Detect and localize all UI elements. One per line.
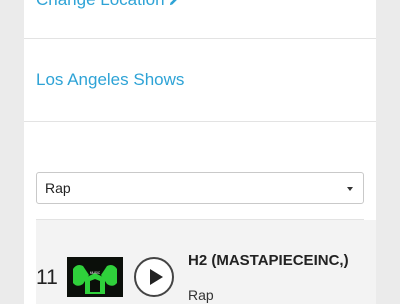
track-title[interactable]: H2 (MASTAPIECEINC,) [188,252,368,270]
track-row[interactable]: 11 MUSIC H2 (MASTAPIECEINC,) Rap [36,220,376,304]
pencil-icon [169,0,177,6]
content-panel: Change Location Los Angeles Shows Rap 11… [24,0,376,304]
play-icon [150,269,163,285]
album-art-image: MUSIC [67,257,123,297]
change-location-link[interactable]: Change Location [36,0,180,10]
change-location-label: Change Location [36,0,165,9]
chevron-down-icon [347,187,353,191]
album-art[interactable]: MUSIC [67,257,123,297]
los-angeles-shows-link[interactable]: Los Angeles Shows [36,70,184,90]
genre-select[interactable]: Rap [36,172,364,204]
track-rank: 11 [36,266,58,289]
shows-row: Los Angeles Shows [24,39,376,122]
track-genre: Rap [188,287,214,303]
genre-select-value: Rap [45,180,71,196]
play-button[interactable] [134,257,174,297]
album-art-label: MUSIC [90,271,101,275]
change-location-row: Change Location [24,0,376,39]
